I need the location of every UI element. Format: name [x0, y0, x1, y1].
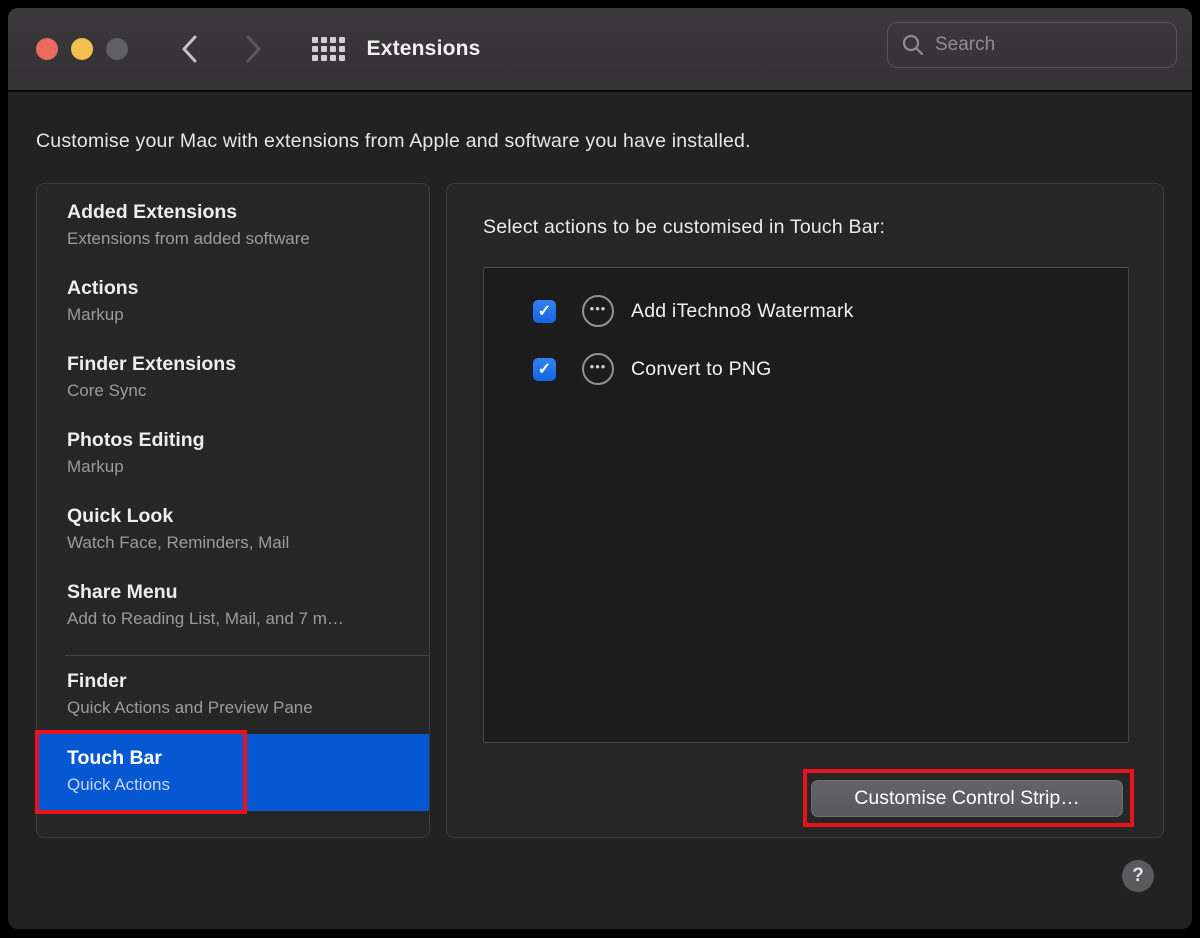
chevron-left-icon	[181, 35, 198, 63]
item-title: Added Extensions	[67, 199, 429, 226]
checkmark-icon: ✓	[538, 301, 551, 321]
zoom-button	[106, 38, 128, 60]
checkbox-checked[interactable]: ✓	[533, 358, 556, 381]
show-all-grid-icon[interactable]	[312, 37, 345, 61]
title-bar: Extensions Search	[8, 8, 1192, 92]
item-subtitle: Markup	[67, 454, 429, 479]
touch-bar-settings-panel: Select actions to be customised in Touch…	[446, 183, 1164, 838]
sidebar-list: Added Extensions Extensions from added s…	[37, 184, 429, 720]
item-subtitle: Markup	[67, 302, 429, 327]
sidebar-item-actions[interactable]: Actions Markup	[37, 275, 429, 327]
action-row-watermark: ✓ ••• Add iTechno8 Watermark	[484, 282, 1128, 340]
chevron-right-icon	[245, 35, 262, 63]
sidebar-item-share-menu[interactable]: Share Menu Add to Reading List, Mail, an…	[37, 579, 429, 631]
quick-action-icon: •••	[582, 295, 614, 327]
item-subtitle: Quick Actions	[67, 772, 429, 797]
back-button[interactable]	[172, 32, 206, 66]
search-placeholder: Search	[935, 34, 995, 56]
sidebar-item-touch-bar[interactable]: Touch Bar Quick Actions	[37, 734, 429, 811]
sidebar-item-finder-extensions[interactable]: Finder Extensions Core Sync	[37, 351, 429, 403]
customise-control-strip-button[interactable]: Customise Control Strip…	[811, 780, 1123, 817]
help-button[interactable]: ?	[1122, 860, 1154, 892]
item-subtitle: Add to Reading List, Mail, and 7 m…	[67, 606, 429, 631]
window-title: Extensions	[367, 37, 481, 61]
forward-button	[236, 32, 270, 66]
page-description: Customise your Mac with extensions from …	[36, 130, 751, 153]
item-title: Touch Bar	[67, 745, 429, 772]
extensions-sidebar: Added Extensions Extensions from added s…	[36, 183, 430, 838]
sidebar-item-quick-look[interactable]: Quick Look Watch Face, Reminders, Mail	[37, 503, 429, 555]
item-title: Photos Editing	[67, 427, 429, 454]
item-title: Finder	[67, 668, 429, 695]
close-button[interactable]	[36, 38, 58, 60]
traffic-lights	[36, 38, 128, 60]
sidebar-item-finder[interactable]: Finder Quick Actions and Preview Pane	[37, 668, 429, 720]
panel-header: Select actions to be customised in Touch…	[447, 184, 1163, 239]
quick-action-icon: •••	[582, 353, 614, 385]
action-label: Convert to PNG	[631, 358, 771, 381]
item-subtitle: Extensions from added software	[67, 226, 429, 251]
question-mark-icon: ?	[1132, 865, 1144, 887]
item-subtitle: Quick Actions and Preview Pane	[67, 695, 429, 720]
item-title: Share Menu	[67, 579, 429, 606]
sidebar-item-photos-editing[interactable]: Photos Editing Markup	[37, 427, 429, 479]
item-title: Finder Extensions	[67, 351, 429, 378]
minimize-button[interactable]	[71, 38, 93, 60]
action-row-convert-png: ✓ ••• Convert to PNG	[484, 340, 1128, 398]
item-subtitle: Core Sync	[67, 378, 429, 403]
extensions-preferences-window: Extensions Search Customise your Mac wit…	[8, 8, 1192, 929]
item-title: Actions	[67, 275, 429, 302]
sidebar-item-added-extensions[interactable]: Added Extensions Extensions from added s…	[37, 199, 429, 251]
item-subtitle: Watch Face, Reminders, Mail	[67, 530, 429, 555]
checkmark-icon: ✓	[538, 359, 551, 379]
checkbox-checked[interactable]: ✓	[533, 300, 556, 323]
actions-listbox: ✓ ••• Add iTechno8 Watermark ✓ ••• Conve…	[483, 267, 1129, 743]
sidebar-divider	[65, 655, 429, 656]
item-title: Quick Look	[67, 503, 429, 530]
search-icon	[901, 33, 925, 57]
search-field[interactable]: Search	[887, 22, 1177, 68]
action-label: Add iTechno8 Watermark	[631, 300, 854, 323]
